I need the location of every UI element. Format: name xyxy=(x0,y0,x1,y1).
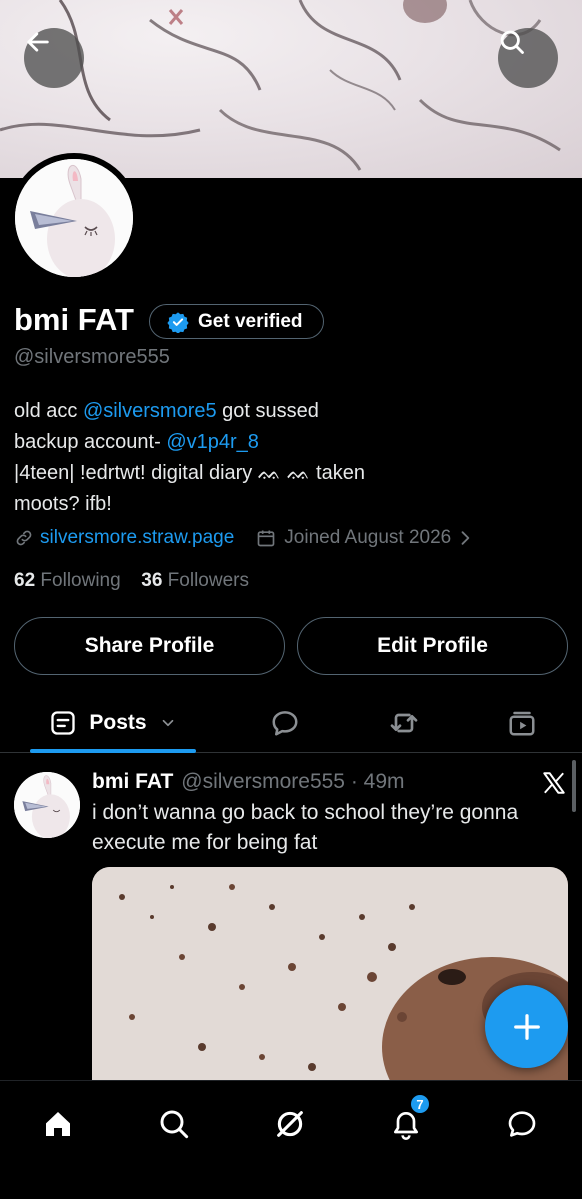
get-verified-button[interactable]: Get verified xyxy=(149,304,324,339)
bio-mention-old-account[interactable]: @silversmore5 xyxy=(83,400,217,422)
followers-link[interactable]: 36 Followers xyxy=(141,570,249,591)
scrollbar[interactable] xyxy=(572,760,576,812)
post-header: bmi FAT @silversmore555 · 49m xyxy=(92,770,405,794)
verified-badge-icon xyxy=(167,311,189,333)
media-play-icon xyxy=(509,711,535,736)
x-logo-icon xyxy=(541,770,567,801)
joined-date[interactable]: Joined August 2026 xyxy=(284,527,451,549)
followers-count: 36 xyxy=(141,570,163,591)
tab-posts-label: Posts xyxy=(89,711,147,734)
profile-tabs: Posts xyxy=(0,695,582,753)
following-count: 62 xyxy=(14,570,36,591)
post-media-image[interactable] xyxy=(92,867,568,1097)
profile-avatar[interactable] xyxy=(9,153,139,283)
home-icon xyxy=(46,1112,70,1136)
nav-notifications[interactable]: 7 xyxy=(381,1093,431,1149)
bio-text: backup account- xyxy=(14,431,167,453)
plus-icon xyxy=(513,1013,540,1040)
profile-website-link[interactable]: silversmore.straw.page xyxy=(40,527,234,549)
nav-messages[interactable] xyxy=(497,1099,547,1149)
repost-icon xyxy=(390,713,418,733)
bottom-navigation: 7 xyxy=(0,1080,582,1199)
back-button[interactable] xyxy=(24,28,84,88)
bio-text: old acc xyxy=(14,400,83,422)
bio-mention-backup-account[interactable]: @v1p4r_8 xyxy=(166,431,259,453)
bio-line-4: moots? ifb! xyxy=(14,493,112,515)
active-tab-indicator xyxy=(30,749,196,753)
nav-grok[interactable] xyxy=(265,1099,315,1149)
post-media-graphic xyxy=(92,867,568,1097)
chevron-down-icon[interactable] xyxy=(159,714,177,732)
calendar-icon xyxy=(257,530,275,547)
post-handle-time: @silversmore555 · 49m xyxy=(181,770,405,793)
arrow-left-icon xyxy=(27,32,49,52)
tab-replies[interactable] xyxy=(260,695,310,751)
nav-home[interactable] xyxy=(33,1099,83,1149)
bio-line-2: backup account- @v1p4r_8 xyxy=(14,427,365,458)
profile-bio: old acc @silversmore5 got sussed backup … xyxy=(14,396,365,520)
reply-bubble-icon xyxy=(272,711,298,736)
profile-banner[interactable] xyxy=(0,0,582,178)
search-icon xyxy=(160,1110,189,1139)
tab-posts[interactable]: Posts xyxy=(30,695,196,751)
posts-icon xyxy=(51,711,76,735)
follow-counts: 62 Following 36 Followers xyxy=(14,570,249,592)
profile-name: bmi FAT xyxy=(14,302,134,337)
edit-profile-button[interactable]: Edit Profile xyxy=(297,617,568,675)
notifications-badge: 7 xyxy=(409,1093,431,1115)
search-button[interactable] xyxy=(498,28,558,88)
search-icon xyxy=(500,30,524,54)
link-icon xyxy=(16,530,32,546)
bio-text: got sussed xyxy=(216,400,319,422)
post-author-name[interactable]: bmi FAT xyxy=(92,770,173,794)
post-text: i don’t wanna go back to school they’re … xyxy=(92,801,519,854)
bunny-avatar-icon xyxy=(14,772,80,838)
message-bubble-icon xyxy=(508,1111,536,1137)
bio-line-3: |4teen| !edrtwt! digital diary ᨐ ᨐ taken xyxy=(14,462,365,484)
avatar-image xyxy=(15,159,133,277)
following-link[interactable]: 62 Following xyxy=(14,570,121,591)
following-label: Following xyxy=(40,570,121,591)
profile-meta: silversmore.straw.page Joined August 202… xyxy=(14,527,475,549)
share-profile-button[interactable]: Share Profile xyxy=(14,617,285,675)
banner-image xyxy=(0,0,561,171)
chevron-right-icon[interactable] xyxy=(455,528,475,548)
tab-media[interactable] xyxy=(497,695,547,751)
bio-line-1: old acc @silversmore5 got sussed xyxy=(14,396,365,427)
get-verified-label: Get verified xyxy=(198,310,303,332)
grok-icon xyxy=(277,1111,303,1137)
nav-search[interactable] xyxy=(149,1099,199,1149)
compose-post-button[interactable] xyxy=(485,985,568,1068)
bunny-avatar-icon xyxy=(15,159,133,277)
post-avatar[interactable] xyxy=(14,772,80,838)
profile-handle: @silversmore555 xyxy=(14,346,170,368)
tab-reposts[interactable] xyxy=(379,695,429,751)
followers-label: Followers xyxy=(167,570,249,591)
